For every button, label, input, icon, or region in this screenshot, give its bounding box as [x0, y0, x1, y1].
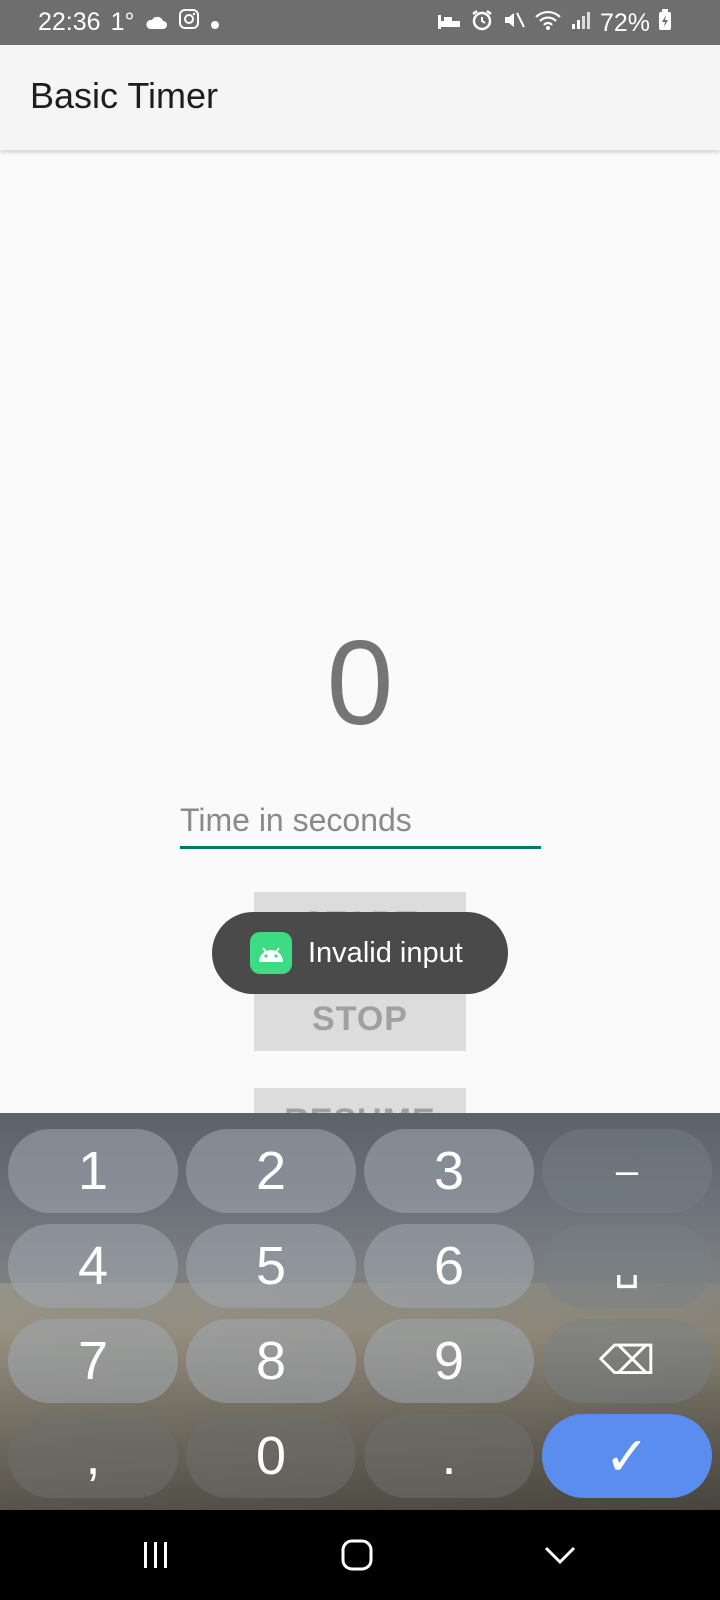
toast-message: Invalid input — [308, 936, 463, 969]
key-backspace[interactable]: ⌫ — [542, 1319, 712, 1403]
key-period[interactable]: . — [364, 1414, 534, 1498]
status-battery-text: 72% — [599, 9, 650, 37]
notification-dot-icon — [210, 8, 220, 37]
status-left: 22:36 1° — [38, 8, 220, 37]
key-4[interactable]: 4 — [8, 1224, 178, 1308]
timer-display: 0 — [326, 616, 394, 750]
recent-apps-button[interactable] — [126, 1530, 186, 1580]
key-minus[interactable]: – — [542, 1129, 712, 1213]
navigation-bar — [0, 1510, 720, 1600]
key-5[interactable]: 5 — [186, 1224, 356, 1308]
status-bar: 22:36 1° 72% — [0, 0, 720, 45]
wifi-icon — [534, 9, 562, 38]
back-button[interactable] — [530, 1530, 590, 1580]
numeric-keyboard: 1 2 3 – 4 5 6 ␣ 7 8 9 ⌫ , 0 . ✓ — [0, 1113, 720, 1510]
key-8[interactable]: 8 — [186, 1319, 356, 1403]
status-temperature: 1° — [110, 8, 135, 36]
android-app-icon — [250, 932, 292, 974]
chevron-down-icon — [544, 1546, 576, 1565]
app-bar: Basic Timer — [0, 45, 720, 151]
key-3[interactable]: 3 — [364, 1129, 534, 1213]
key-done[interactable]: ✓ — [542, 1414, 712, 1498]
toast: Invalid input — [212, 912, 508, 994]
home-button[interactable] — [327, 1530, 387, 1580]
key-0[interactable]: 0 — [186, 1414, 356, 1498]
sleep-mode-icon — [436, 9, 462, 38]
key-1[interactable]: 1 — [8, 1129, 178, 1213]
home-icon — [341, 1539, 373, 1571]
key-9[interactable]: 9 — [364, 1319, 534, 1403]
battery-icon — [658, 9, 672, 38]
key-2[interactable]: 2 — [186, 1129, 356, 1213]
mute-icon — [502, 8, 526, 39]
alarm-icon — [470, 8, 494, 39]
status-right: 72% — [436, 8, 672, 39]
app-title: Basic Timer — [30, 75, 219, 116]
key-comma[interactable]: , — [8, 1414, 178, 1498]
recent-apps-icon — [144, 1542, 167, 1568]
key-space[interactable]: ␣ — [542, 1224, 712, 1308]
instagram-icon — [178, 8, 200, 37]
key-6[interactable]: 6 — [364, 1224, 534, 1308]
stop-button[interactable]: STOP — [254, 987, 466, 1051]
cloud-icon — [144, 8, 168, 37]
time-seconds-input[interactable] — [180, 794, 541, 849]
status-time: 22:36 — [38, 8, 101, 36]
signal-icon — [570, 9, 592, 38]
key-7[interactable]: 7 — [8, 1319, 178, 1403]
